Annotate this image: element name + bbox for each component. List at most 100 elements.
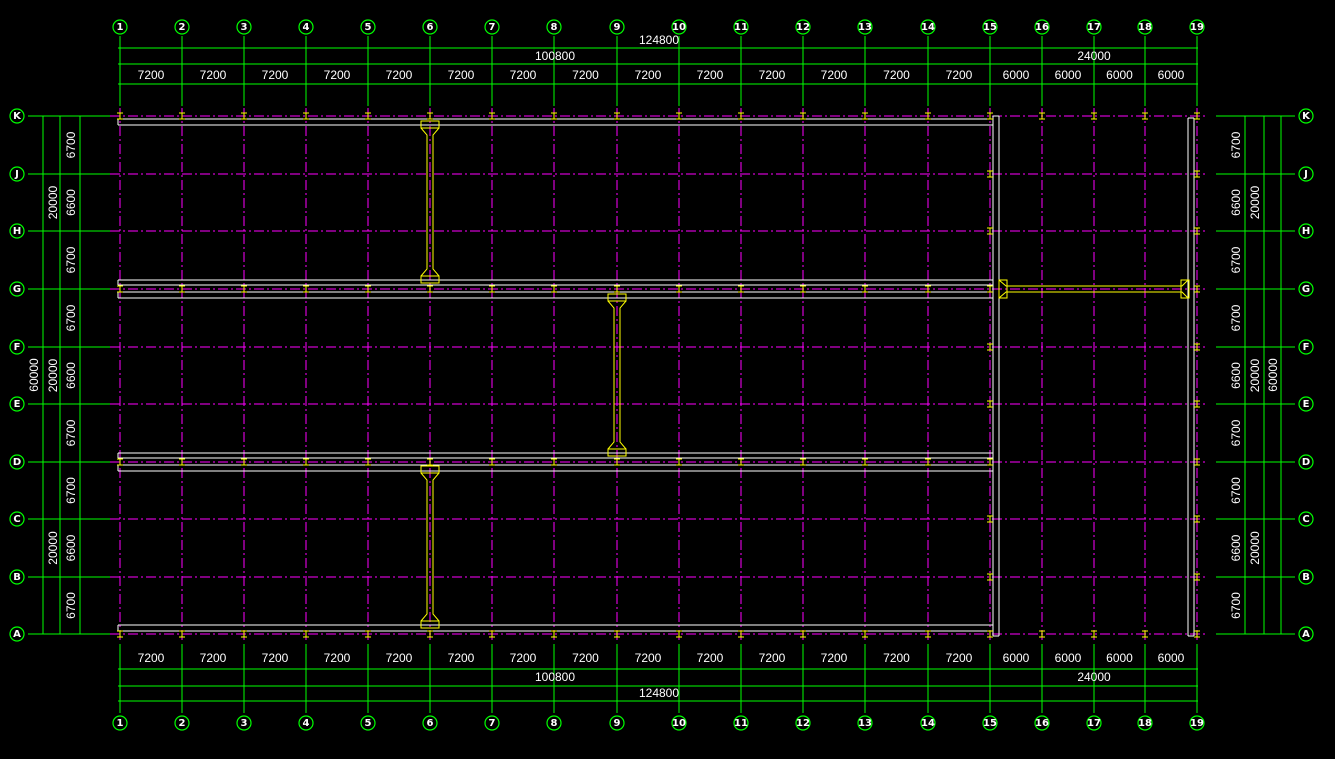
- axis-bubble-bottom-1-label: 1: [117, 718, 124, 729]
- axis-bubble-top-19-label: 19: [1190, 22, 1204, 33]
- dim-right-span-4: 6700: [1229, 304, 1243, 331]
- dim-top-bay-7: 7200: [510, 68, 537, 82]
- dim-top-left-segment: 100800: [535, 49, 575, 63]
- dim-right-span-8: 6600: [1229, 534, 1243, 561]
- axis-bubble-top-5-label: 5: [365, 22, 372, 33]
- dim-top-bay-4: 7200: [324, 68, 351, 82]
- axis-bubble-bottom-4-label: 4: [303, 718, 310, 729]
- dim-bottom-total: 124800: [639, 686, 679, 700]
- axis-bubble-bottom-15-label: 15: [983, 718, 997, 729]
- axis-bubble-top-9-label: 9: [614, 22, 621, 33]
- dim-left-span-3: 6700: [64, 246, 78, 273]
- dim-top-bay-3: 7200: [262, 68, 289, 82]
- dim-top-bay-9: 7200: [635, 68, 662, 82]
- dim-top-bay-2: 7200: [200, 68, 227, 82]
- axis-bubble-right-J-label: J: [1303, 169, 1308, 180]
- dim-right-span-5: 6600: [1229, 362, 1243, 389]
- axis-bubble-bottom-6-label: 6: [427, 718, 434, 729]
- dim-top-bay-10: 7200: [697, 68, 724, 82]
- axis-bubble-bottom-11-label: 11: [734, 718, 748, 729]
- dim-bottom-bay-17: 6000: [1106, 651, 1133, 665]
- axis-bubble-bottom-2-label: 2: [179, 718, 186, 729]
- axis-bubble-top-7-label: 7: [489, 22, 496, 33]
- axis-bubble-bottom-17-label: 17: [1087, 718, 1101, 729]
- structural-plan-drawing: 7200720072007200720072007200720072007200…: [0, 0, 1335, 759]
- axis-bubble-left-K-label: K: [13, 111, 22, 122]
- dim-bottom-bay-4: 7200: [324, 651, 351, 665]
- axis-bubble-bottom-5-label: 5: [365, 718, 372, 729]
- dim-right-span-9: 6700: [1229, 592, 1243, 619]
- dim-bottom-bay-18: 6000: [1158, 651, 1185, 665]
- dim-top-bay-1: 7200: [138, 68, 165, 82]
- dim-left-span-8: 6600: [64, 534, 78, 561]
- dim-top-right-segment: 24000: [1077, 49, 1111, 63]
- dim-left-span-7: 6700: [64, 477, 78, 504]
- dim-bottom-bay-5: 7200: [386, 651, 413, 665]
- dim-right-zone-3: 20000: [1248, 531, 1262, 565]
- dim-top-total: 124800: [639, 33, 679, 47]
- axis-bubble-top-14-label: 14: [921, 22, 935, 33]
- axis-bubble-bottom-18-label: 18: [1138, 718, 1152, 729]
- dim-left-span-4: 6700: [64, 304, 78, 331]
- drawing-background: [0, 0, 1335, 759]
- dim-bottom-bay-1: 7200: [138, 651, 165, 665]
- axis-bubble-top-12-label: 12: [796, 22, 810, 33]
- dim-top-bay-14: 7200: [946, 68, 973, 82]
- dim-top-bay-16: 6000: [1055, 68, 1082, 82]
- dim-top-bay-13: 7200: [883, 68, 910, 82]
- dim-left-span-5: 6600: [64, 362, 78, 389]
- axis-bubble-left-J-label: J: [14, 169, 19, 180]
- axis-bubble-right-D-label: D: [1302, 457, 1310, 468]
- dim-bottom-bay-14: 7200: [946, 651, 973, 665]
- axis-bubble-right-B-label: B: [1302, 572, 1310, 583]
- axis-bubble-bottom-7-label: 7: [489, 718, 496, 729]
- dim-bottom-bay-3: 7200: [262, 651, 289, 665]
- dim-right-span-3: 6700: [1229, 246, 1243, 273]
- axis-bubble-top-16-label: 16: [1035, 22, 1049, 33]
- axis-bubble-bottom-16-label: 16: [1035, 718, 1049, 729]
- dim-top-bay-17: 6000: [1106, 68, 1133, 82]
- dim-left-zone-1: 20000: [46, 185, 60, 219]
- dim-bottom-bay-12: 7200: [821, 651, 848, 665]
- axis-bubble-left-H-label: H: [13, 226, 21, 237]
- axis-bubble-left-D-label: D: [13, 457, 21, 468]
- dim-top-bay-18: 6000: [1158, 68, 1185, 82]
- dim-left-span-1: 6700: [64, 131, 78, 158]
- axis-bubble-left-B-label: B: [13, 572, 21, 583]
- axis-bubble-top-15-label: 15: [983, 22, 997, 33]
- dim-left-total-width: 60000: [27, 358, 41, 392]
- dim-left-zone-3: 20000: [46, 531, 60, 565]
- axis-bubble-right-C-label: C: [1302, 514, 1309, 525]
- dim-bottom-bay-2: 7200: [200, 651, 227, 665]
- dim-right-span-1: 6700: [1229, 131, 1243, 158]
- axis-bubble-top-17-label: 17: [1087, 22, 1101, 33]
- axis-bubble-right-K-label: K: [1302, 111, 1311, 122]
- axis-bubble-bottom-8-label: 8: [551, 718, 558, 729]
- dim-bottom-bay-16: 6000: [1055, 651, 1082, 665]
- axis-bubble-right-F-label: F: [1303, 342, 1310, 353]
- dim-bottom-bay-9: 7200: [635, 651, 662, 665]
- axis-bubble-left-A-label: A: [13, 629, 21, 640]
- dim-bottom-bay-10: 7200: [697, 651, 724, 665]
- axis-bubble-top-1-label: 1: [117, 22, 124, 33]
- dim-bottom-bay-7: 7200: [510, 651, 537, 665]
- axis-bubble-bottom-13-label: 13: [858, 718, 872, 729]
- dim-right-span-7: 6700: [1229, 477, 1243, 504]
- axis-bubble-bottom-12-label: 12: [796, 718, 810, 729]
- axis-bubble-top-6-label: 6: [427, 22, 434, 33]
- axis-bubble-top-18-label: 18: [1138, 22, 1152, 33]
- dim-right-span-6: 6700: [1229, 419, 1243, 446]
- dim-right-zone-2: 20000: [1248, 358, 1262, 392]
- dim-top-bay-5: 7200: [386, 68, 413, 82]
- dim-bottom-bay-8: 7200: [572, 651, 599, 665]
- axis-bubble-left-C-label: C: [13, 514, 20, 525]
- dim-left-span-9: 6700: [64, 592, 78, 619]
- dim-top-bay-8: 7200: [572, 68, 599, 82]
- axis-bubble-top-13-label: 13: [858, 22, 872, 33]
- axis-bubble-bottom-19-label: 19: [1190, 718, 1204, 729]
- dim-bottom-bay-11: 7200: [759, 651, 786, 665]
- dim-bottom-left-segment: 100800: [535, 670, 575, 684]
- dim-top-bay-6: 7200: [448, 68, 475, 82]
- dim-bottom-bay-15: 6000: [1003, 651, 1030, 665]
- axis-bubble-left-E-label: E: [14, 399, 21, 410]
